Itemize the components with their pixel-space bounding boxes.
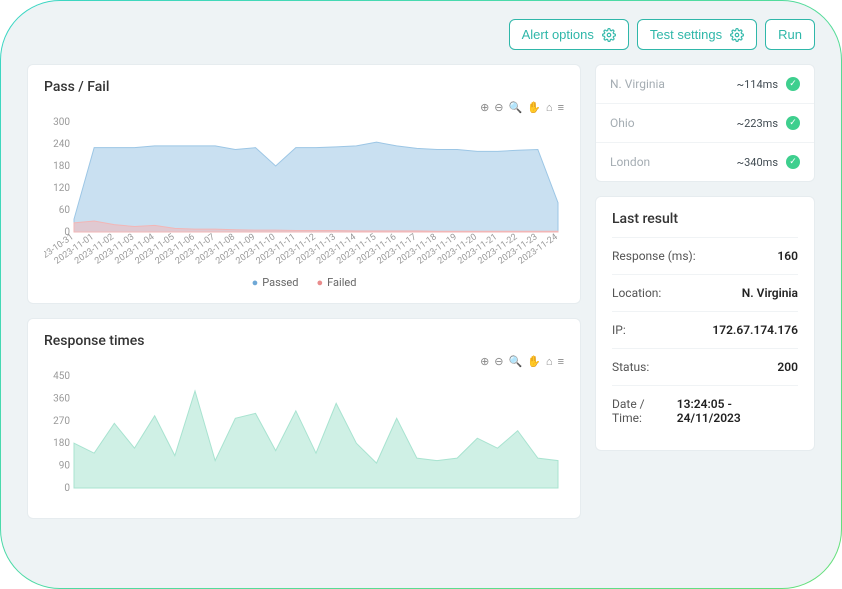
alert-options-button[interactable]: Alert options <box>509 19 629 50</box>
chart-toolbar: ⊕ ⊖ 🔍 ✋ ⌂ ≡ <box>44 355 564 368</box>
result-key: Date / Time: <box>612 397 677 425</box>
zoom-icon[interactable]: 🔍 <box>509 101 523 114</box>
result-row: Date / Time:13:24:05 - 24/11/2023 <box>612 385 798 436</box>
response-times-chart: 0 90 180 270 360 450 <box>44 370 564 500</box>
zoom-out-icon[interactable]: ⊖ <box>494 355 503 368</box>
result-row: Response (ms): 160 <box>612 237 798 274</box>
result-value: N. Virginia <box>742 286 798 300</box>
svg-text:120: 120 <box>53 183 70 194</box>
last-result-card: Last result Response (ms): 160 Location: N.… <box>595 196 815 451</box>
card-title: Last result <box>612 211 798 237</box>
svg-text:180: 180 <box>53 161 70 172</box>
svg-text:0: 0 <box>64 483 70 494</box>
svg-text:90: 90 <box>59 461 71 472</box>
toolbar: Alert options Test settings Run <box>1 1 841 50</box>
location-list: N. Virginia ~114ms✓Ohio ~223ms✓London ~3… <box>595 64 815 182</box>
pan-icon[interactable]: ✋ <box>527 101 541 114</box>
svg-text:300: 300 <box>53 117 70 128</box>
result-value: 160 <box>777 249 798 263</box>
result-row: IP: 172.67.174.176 <box>612 311 798 348</box>
location-row[interactable]: London ~340ms✓ <box>596 143 814 181</box>
home-icon[interactable]: ⌂ <box>546 355 553 368</box>
svg-text:360: 360 <box>53 393 70 404</box>
pan-icon[interactable]: ✋ <box>527 355 541 368</box>
location-name: London <box>610 155 650 169</box>
check-icon: ✓ <box>786 116 800 130</box>
result-value: 172.67.174.176 <box>712 323 798 337</box>
legend-failed: Failed <box>316 276 356 289</box>
left-column: Pass / Fail ⊕ ⊖ 🔍 ✋ ⌂ ≡ 0 60 120 180 240 300 2… <box>27 64 581 519</box>
pass-fail-chart: 0601201802403002023-10-312023-11-012023-… <box>44 116 564 266</box>
home-icon[interactable]: ⌂ <box>546 101 553 114</box>
pass-fail-card: Pass / Fail ⊕ ⊖ 🔍 ✋ ⌂ ≡ 0601201802403002… <box>27 64 581 304</box>
content-area: Pass / Fail ⊕ ⊖ 🔍 ✋ ⌂ ≡ 0 60 120 180 240 300 2… <box>1 50 841 545</box>
svg-text:180: 180 <box>53 438 70 449</box>
result-key: IP: <box>612 323 626 337</box>
svg-text:450: 450 <box>53 371 70 382</box>
result-key: Response (ms): <box>612 249 696 263</box>
menu-icon[interactable]: ≡ <box>558 355 564 368</box>
zoom-out-icon[interactable]: ⊖ <box>494 101 503 114</box>
button-label: Run <box>778 27 802 42</box>
result-row: Location: N. Virginia <box>612 274 798 311</box>
location-name: Ohio <box>610 116 635 130</box>
result-key: Location: <box>612 286 661 300</box>
svg-text:60: 60 <box>59 205 71 216</box>
check-icon: ✓ <box>786 155 800 169</box>
test-settings-button[interactable]: Test settings <box>637 19 757 50</box>
right-column: N. Virginia ~114ms✓Ohio ~223ms✓London ~3… <box>595 64 815 519</box>
run-button[interactable]: Run <box>765 19 815 50</box>
result-value: 13:24:05 - 24/11/2023 <box>677 397 798 425</box>
last-result-rows: Response (ms): 160 Location: N. Virginia IP:… <box>612 237 798 436</box>
result-value: 200 <box>777 360 798 374</box>
button-label: Alert options <box>522 27 594 42</box>
location-row[interactable]: Ohio ~223ms✓ <box>596 104 814 143</box>
location-row[interactable]: N. Virginia ~114ms✓ <box>596 65 814 104</box>
legend-passed: Passed <box>252 276 299 289</box>
check-icon: ✓ <box>786 77 800 91</box>
chart-toolbar: ⊕ ⊖ 🔍 ✋ ⌂ ≡ <box>44 101 564 114</box>
result-key: Status: <box>612 360 649 374</box>
location-ms: ~114ms✓ <box>737 77 800 91</box>
location-ms: ~340ms✓ <box>737 155 800 169</box>
card-title: Response times <box>44 333 564 349</box>
zoom-in-icon[interactable]: ⊕ <box>480 101 489 114</box>
zoom-icon[interactable]: 🔍 <box>509 355 523 368</box>
response-times-card: Response times ⊕ ⊖ 🔍 ✋ ⌂ ≡ 0 90 180 270 360 4… <box>27 318 581 519</box>
svg-text:270: 270 <box>53 416 70 427</box>
gear-icon <box>602 28 616 42</box>
menu-icon[interactable]: ≡ <box>558 101 564 114</box>
location-name: N. Virginia <box>610 77 665 91</box>
dashboard-frame: Alert options Test settings Run Pass / F… <box>0 0 842 589</box>
location-ms: ~223ms✓ <box>737 116 800 130</box>
legend: Passed Failed <box>44 276 564 289</box>
svg-text:240: 240 <box>53 139 70 150</box>
button-label: Test settings <box>650 27 722 42</box>
gear-icon <box>730 28 744 42</box>
card-title: Pass / Fail <box>44 79 564 95</box>
result-row: Status: 200 <box>612 348 798 385</box>
zoom-in-icon[interactable]: ⊕ <box>480 355 489 368</box>
